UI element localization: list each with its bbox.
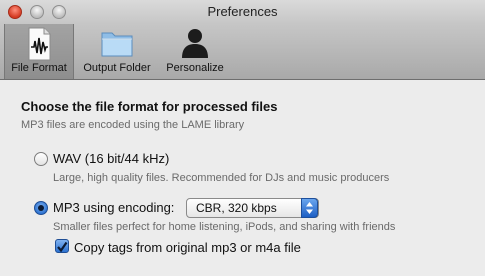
tab-file-format[interactable]: File Format [4,24,74,79]
mp3-radio[interactable] [34,201,48,215]
copy-tags-label[interactable]: Copy tags from original mp3 or m4a file [74,240,301,255]
encoding-select-value: CBR, 320 kbps [196,201,277,215]
wav-radio[interactable] [34,152,48,166]
checkmark-icon [57,241,68,253]
tab-output-folder[interactable]: Output Folder [76,24,158,79]
tab-personalize[interactable]: Personalize [160,24,230,79]
window-title: Preferences [207,4,278,19]
wav-option-description: Large, high quality files. Recommended f… [53,172,390,184]
mp3-option-label[interactable]: MP3 using encoding: [53,200,174,215]
file-format-pane: Choose the file format for processed fil… [0,80,485,276]
pane-heading: Choose the file format for processed fil… [21,99,278,114]
up-down-arrows-icon [301,198,318,218]
tab-output-folder-label: Output Folder [83,62,151,74]
person-icon [180,27,210,64]
encoding-select[interactable]: CBR, 320 kbps [186,198,319,218]
waveform-document-icon [25,27,53,66]
copy-tags-checkbox[interactable] [55,239,69,253]
wav-option-label[interactable]: WAV (16 bit/44 kHz) [53,151,169,166]
preferences-toolbar: File Format Output Folder Personalize [0,24,485,80]
tab-file-format-label: File Format [11,62,67,74]
tab-personalize-label: Personalize [166,62,224,74]
title-bar: Preferences [0,0,485,24]
mp3-option-description: Smaller files perfect for home listening… [53,221,396,233]
pane-subheading: MP3 files are encoded using the LAME lib… [21,119,245,131]
preferences-window: Preferences File Format Output Folder Pe… [0,0,485,276]
folder-icon [100,27,134,64]
